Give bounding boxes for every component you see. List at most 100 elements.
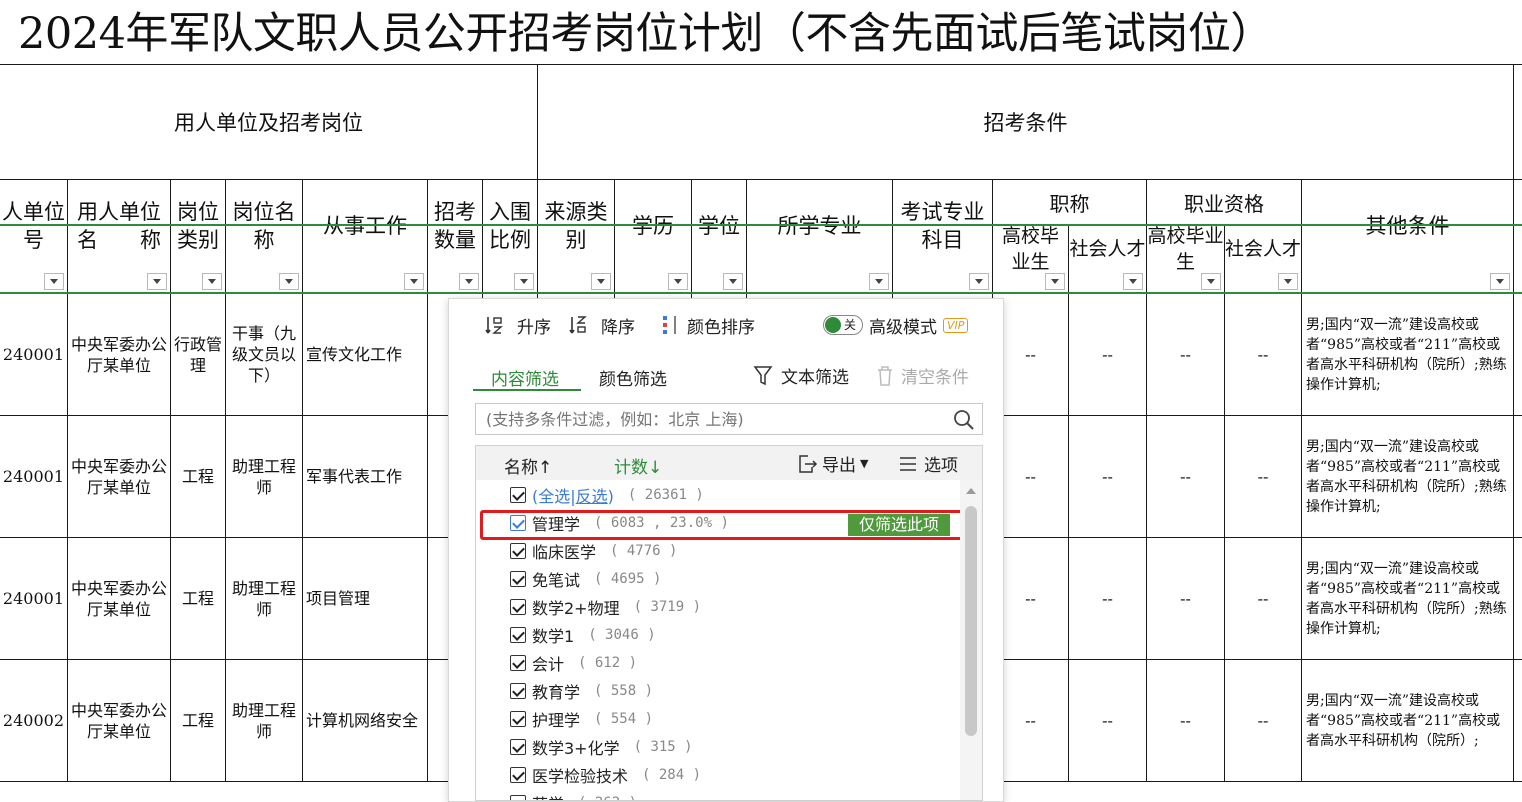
checkbox[interactable] [510, 655, 526, 671]
text-filter-button[interactable]: 文本筛选 [753, 363, 849, 388]
checkbox[interactable] [510, 571, 526, 587]
table-cell[interactable]: -- [1225, 416, 1302, 538]
table-cell[interactable]: 男;国内“双一流”建设高校或者“985”高校或者“211”高校或者高水平科研机构… [1302, 294, 1514, 416]
filter-dropdown-arrow-icon[interactable] [514, 273, 534, 290]
tab-content-filter[interactable]: 内容筛选 [491, 365, 559, 390]
list-item[interactable]: 数学3+化学 ( 315 ) [510, 734, 693, 760]
table-cell[interactable]: -- [993, 294, 1069, 416]
table-cell[interactable]: 干事（九级文员以下） [226, 294, 303, 416]
table-cell[interactable] [1514, 294, 1522, 416]
table-cell[interactable] [1514, 538, 1522, 660]
table-cell[interactable]: -- [993, 660, 1069, 782]
filter-dropdown-arrow-icon[interactable] [1201, 273, 1221, 290]
toggle-switch[interactable]: 关 [823, 315, 863, 335]
filter-dropdown-arrow-icon[interactable] [44, 273, 64, 290]
list-item-select-all[interactable]: (全选|反选) ( 26361 ) [510, 482, 704, 508]
checkbox[interactable] [510, 795, 526, 800]
checkbox[interactable] [510, 543, 526, 559]
table-cell[interactable]: 中央军委办公厅某单位 [68, 416, 171, 538]
table-cell[interactable]: 中央军委办公厅某单位 [68, 294, 171, 416]
table-cell[interactable]: 助理工程师 [226, 538, 303, 660]
sort-by-name-button[interactable]: 名称↑ [504, 453, 552, 478]
filter-dropdown-arrow-icon[interactable] [1123, 273, 1143, 290]
table-cell[interactable]: 中央军委办公厅某单位 [68, 660, 171, 782]
export-button[interactable]: 导出 ▼ [796, 451, 868, 476]
table-cell[interactable]: -- [1069, 660, 1147, 782]
table-cell[interactable]: -- [993, 538, 1069, 660]
table-cell[interactable]: 助理工程师 [226, 660, 303, 782]
table-cell[interactable]: 男;国内“双一流”建设高校或者“985”高校或者“211”高校或者高水平科研机构… [1302, 538, 1514, 660]
checkbox[interactable] [510, 739, 526, 755]
table-cell[interactable]: 工程 [171, 538, 226, 660]
table-cell[interactable]: -- [993, 416, 1069, 538]
table-cell[interactable]: 240001 [0, 294, 68, 416]
tab-color-filter[interactable]: 颜色筛选 [599, 365, 667, 390]
filter-dropdown-arrow-icon[interactable] [1278, 273, 1298, 290]
options-button[interactable]: 选项 [898, 451, 958, 476]
filter-dropdown-arrow-icon[interactable] [969, 273, 989, 290]
search-icon[interactable] [953, 409, 975, 431]
filter-dropdown-arrow-icon[interactable] [723, 273, 743, 290]
table-cell[interactable]: -- [1069, 294, 1147, 416]
clear-conditions-button[interactable]: 清空条件 [875, 363, 969, 388]
table-cell[interactable]: 中央军委办公厅某单位 [68, 538, 171, 660]
sort-descending-button[interactable]: 降序 [569, 313, 635, 338]
table-cell[interactable]: -- [1147, 538, 1225, 660]
filter-search-input[interactable] [475, 403, 983, 435]
list-item[interactable]: 临床医学 ( 4776 ) [510, 538, 677, 564]
table-cell[interactable]: 计算机网络安全 [303, 660, 428, 782]
filter-only-this-button[interactable]: 仅筛选此项 [848, 514, 950, 536]
filter-dropdown-arrow-icon[interactable] [1045, 273, 1065, 290]
table-cell[interactable]: 军事代表工作 [303, 416, 428, 538]
table-cell[interactable]: 项目管理 [303, 538, 428, 660]
table-cell[interactable]: 240001 [0, 416, 68, 538]
list-item[interactable]: 教育学 ( 558 ) [510, 678, 653, 704]
filter-dropdown-arrow-icon[interactable] [1490, 273, 1510, 290]
table-cell[interactable]: 240001 [0, 538, 68, 660]
table-cell[interactable]: -- [1069, 416, 1147, 538]
table-cell[interactable]: 行政管理 [171, 294, 226, 416]
sort-ascending-button[interactable]: 升序 [485, 313, 551, 338]
table-cell[interactable]: 工程 [171, 660, 226, 782]
filter-dropdown-arrow-icon[interactable] [279, 273, 299, 290]
color-sort-button[interactable]: 颜色排序 [661, 313, 755, 338]
list-item[interactable]: 药学 ( 262 ) [510, 790, 637, 800]
filter-dropdown-arrow-icon[interactable] [668, 273, 688, 290]
table-cell[interactable]: -- [1147, 660, 1225, 782]
table-cell[interactable]: 助理工程师 [226, 416, 303, 538]
table-cell[interactable]: 男;国内“双一流”建设高校或者“985”高校或者“211”高校或者高水平科研机构… [1302, 416, 1514, 538]
list-item[interactable]: 免笔试 ( 4695 ) [510, 566, 661, 592]
select-all-link[interactable]: 全选 [538, 487, 570, 506]
table-cell[interactable] [1514, 660, 1522, 782]
sort-by-count-button[interactable]: 计数↓ [614, 453, 662, 478]
checkbox[interactable] [510, 767, 526, 783]
checkbox[interactable] [510, 487, 526, 503]
table-cell[interactable]: -- [1147, 416, 1225, 538]
list-item[interactable]: 数学1 ( 3046 ) [510, 622, 656, 648]
table-cell[interactable]: 工程 [171, 416, 226, 538]
checkbox[interactable] [510, 599, 526, 615]
table-cell[interactable]: 男;国内“双一流”建设高校或者“985”高校或者“211”高校或者高水平科研机构… [1302, 660, 1514, 782]
list-item[interactable]: 会计 ( 612 ) [510, 650, 637, 676]
table-cell[interactable]: -- [1225, 294, 1302, 416]
checkbox[interactable] [510, 711, 526, 727]
table-cell[interactable]: -- [1069, 538, 1147, 660]
filter-dropdown-arrow-icon[interactable] [591, 273, 611, 290]
scrollbar-thumb[interactable] [965, 506, 977, 736]
advanced-mode-toggle[interactable]: 关 高级模式 VIP [823, 313, 969, 338]
filter-dropdown-arrow-icon[interactable] [459, 273, 479, 290]
table-cell[interactable]: 宣传文化工作 [303, 294, 428, 416]
scroll-up-icon[interactable] [966, 488, 976, 494]
filter-dropdown-arrow-icon[interactable] [147, 273, 167, 290]
list-item[interactable]: 护理学 ( 554 ) [510, 706, 653, 732]
table-cell[interactable]: -- [1225, 660, 1302, 782]
table-cell[interactable]: 240002 [0, 660, 68, 782]
table-cell[interactable]: -- [1225, 538, 1302, 660]
checkbox[interactable] [510, 627, 526, 643]
filter-dropdown-arrow-icon[interactable] [869, 273, 889, 290]
filter-dropdown-arrow-icon[interactable] [202, 273, 222, 290]
filter-dropdown-arrow-icon[interactable] [404, 273, 424, 290]
checkbox[interactable] [510, 683, 526, 699]
table-cell[interactable] [1514, 416, 1522, 538]
list-item[interactable]: 医学检验技术 ( 284 ) [510, 762, 701, 788]
